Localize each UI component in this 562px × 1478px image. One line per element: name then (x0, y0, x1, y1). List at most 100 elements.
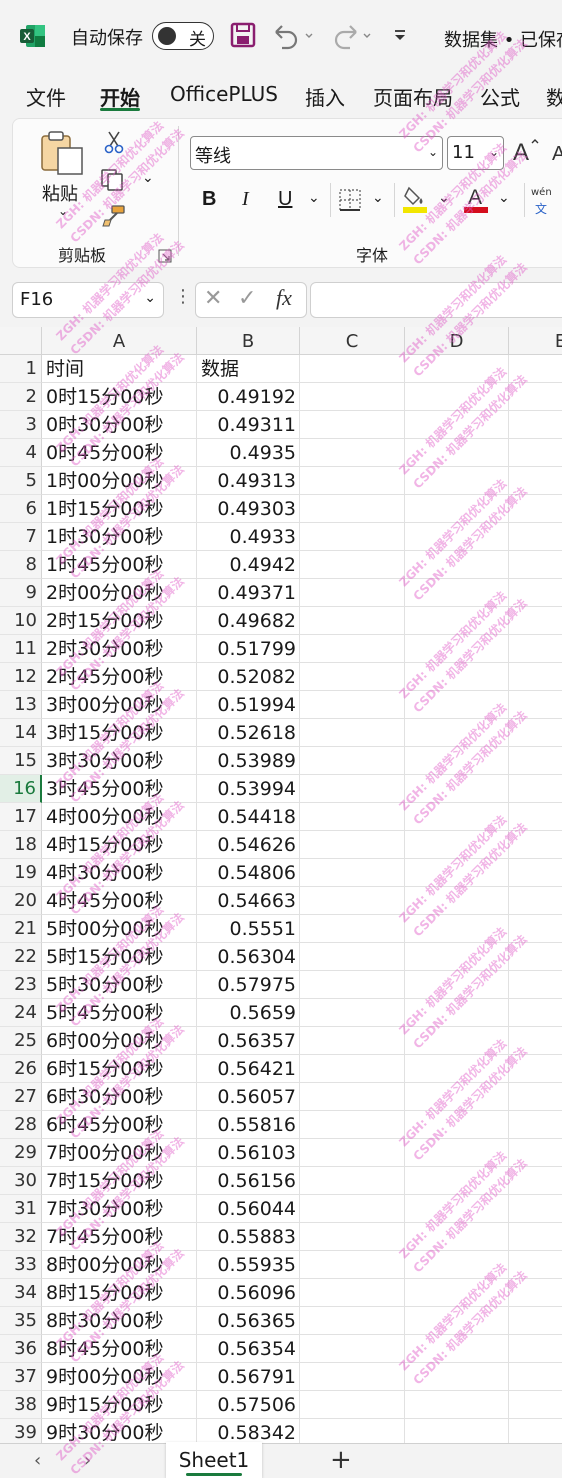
empty-cell[interactable] (300, 887, 405, 915)
cell-value[interactable]: 0.53994 (197, 775, 300, 803)
empty-cell[interactable] (405, 579, 509, 607)
row-header[interactable]: 1 (0, 355, 42, 383)
empty-cell[interactable] (300, 691, 405, 719)
empty-cell[interactable] (509, 1111, 562, 1139)
empty-cell[interactable] (405, 943, 509, 971)
empty-cell[interactable] (509, 1363, 562, 1391)
empty-cell[interactable] (405, 971, 509, 999)
cell-value[interactable]: 0.57975 (197, 971, 300, 999)
prev-sheet-icon[interactable]: ‹ (34, 1450, 41, 1471)
fill-color-dropdown-chevron-icon[interactable]: ⌄ (438, 190, 450, 206)
row-header[interactable]: 3 (0, 411, 42, 439)
cell-value[interactable]: 0.54663 (197, 887, 300, 915)
cell-value[interactable]: 0.58342 (197, 1419, 300, 1443)
row-header[interactable]: 39 (0, 1419, 42, 1443)
row-header[interactable]: 24 (0, 999, 42, 1027)
cell-time[interactable]: 3时30分00秒 (42, 747, 197, 775)
empty-cell[interactable] (300, 1391, 405, 1419)
row-header[interactable]: 32 (0, 1223, 42, 1251)
empty-cell[interactable] (509, 1083, 562, 1111)
empty-cell[interactable] (509, 803, 562, 831)
empty-cell[interactable] (509, 1279, 562, 1307)
cell-value[interactable]: 0.54806 (197, 859, 300, 887)
empty-cell[interactable] (509, 1027, 562, 1055)
empty-cell[interactable] (509, 1055, 562, 1083)
spreadsheet-grid[interactable]: A B C D E 1 时间 数据 2 0时15分00秒 0.49192 3 0时30分00秒… (0, 327, 562, 1443)
cell-time[interactable]: 3时15分00秒 (42, 719, 197, 747)
cell-value[interactable]: 0.54626 (197, 831, 300, 859)
increase-font-size-icon[interactable]: A (512, 136, 542, 169)
paste-dropdown-chevron-icon[interactable]: ⌄ (58, 204, 68, 218)
empty-cell[interactable] (509, 971, 562, 999)
empty-cell[interactable] (509, 523, 562, 551)
empty-cell[interactable] (405, 1139, 509, 1167)
cell-time[interactable]: 0时15分00秒 (42, 383, 197, 411)
empty-cell[interactable] (300, 1111, 405, 1139)
cell-value[interactable]: 0.49311 (197, 411, 300, 439)
cell-time[interactable]: 时间 (42, 355, 197, 383)
empty-cell[interactable] (300, 1307, 405, 1335)
cell-value[interactable]: 0.54418 (197, 803, 300, 831)
tab-officeplus[interactable]: OfficePLUS (170, 82, 278, 106)
empty-cell[interactable] (300, 383, 405, 411)
paste-label[interactable]: 粘贴 (42, 180, 78, 206)
row-header[interactable]: 14 (0, 719, 42, 747)
column-header-e[interactable]: E (509, 327, 562, 355)
italic-button[interactable]: I (242, 188, 249, 211)
empty-cell[interactable] (300, 355, 405, 383)
empty-cell[interactable] (300, 1083, 405, 1111)
empty-cell[interactable] (300, 1027, 405, 1055)
empty-cell[interactable] (405, 523, 509, 551)
column-header-a[interactable]: A (42, 327, 197, 355)
empty-cell[interactable] (300, 1167, 405, 1195)
empty-cell[interactable] (300, 579, 405, 607)
select-all-corner[interactable] (0, 327, 42, 355)
row-header[interactable]: 18 (0, 831, 42, 859)
cell-value[interactable]: 0.49192 (197, 383, 300, 411)
add-sheet-button[interactable]: + (330, 1445, 352, 1475)
empty-cell[interactable] (509, 915, 562, 943)
empty-cell[interactable] (300, 551, 405, 579)
empty-cell[interactable] (405, 1251, 509, 1279)
empty-cell[interactable] (509, 551, 562, 579)
row-header[interactable]: 12 (0, 663, 42, 691)
cell-time[interactable]: 8时15分00秒 (42, 1279, 197, 1307)
empty-cell[interactable] (509, 411, 562, 439)
cell-value[interactable]: 0.53989 (197, 747, 300, 775)
empty-cell[interactable] (405, 495, 509, 523)
empty-cell[interactable] (300, 1223, 405, 1251)
column-header-d[interactable]: D (405, 327, 509, 355)
cell-value[interactable]: 0.4942 (197, 551, 300, 579)
row-header[interactable]: 2 (0, 383, 42, 411)
row-header[interactable]: 35 (0, 1307, 42, 1335)
enter-icon[interactable]: ✓ (238, 286, 256, 311)
empty-cell[interactable] (300, 635, 405, 663)
row-header[interactable]: 38 (0, 1391, 42, 1419)
empty-cell[interactable] (405, 1083, 509, 1111)
empty-cell[interactable] (300, 467, 405, 495)
empty-cell[interactable] (405, 887, 509, 915)
cell-time[interactable]: 4时45分00秒 (42, 887, 197, 915)
cell-time[interactable]: 9时30分00秒 (42, 1419, 197, 1443)
empty-cell[interactable] (509, 467, 562, 495)
cut-icon[interactable] (104, 130, 124, 159)
cell-value[interactable]: 0.56421 (197, 1055, 300, 1083)
tab-page-layout[interactable]: 页面布局 (373, 82, 453, 111)
borders-icon[interactable] (338, 188, 362, 217)
row-header[interactable]: 19 (0, 859, 42, 887)
undo-icon[interactable] (272, 22, 314, 54)
empty-cell[interactable] (405, 467, 509, 495)
row-header[interactable]: 4 (0, 439, 42, 467)
decrease-font-size-icon[interactable]: A (552, 140, 562, 169)
clipboard-launcher-icon[interactable] (158, 244, 172, 268)
empty-cell[interactable] (300, 719, 405, 747)
redo-icon[interactable] (330, 22, 372, 54)
cell-value[interactable]: 0.56103 (197, 1139, 300, 1167)
row-header[interactable]: 15 (0, 747, 42, 775)
empty-cell[interactable] (509, 775, 562, 803)
empty-cell[interactable] (300, 859, 405, 887)
empty-cell[interactable] (509, 1223, 562, 1251)
empty-cell[interactable] (300, 663, 405, 691)
cell-time[interactable]: 9时15分00秒 (42, 1391, 197, 1419)
cell-time[interactable]: 9时00分00秒 (42, 1363, 197, 1391)
